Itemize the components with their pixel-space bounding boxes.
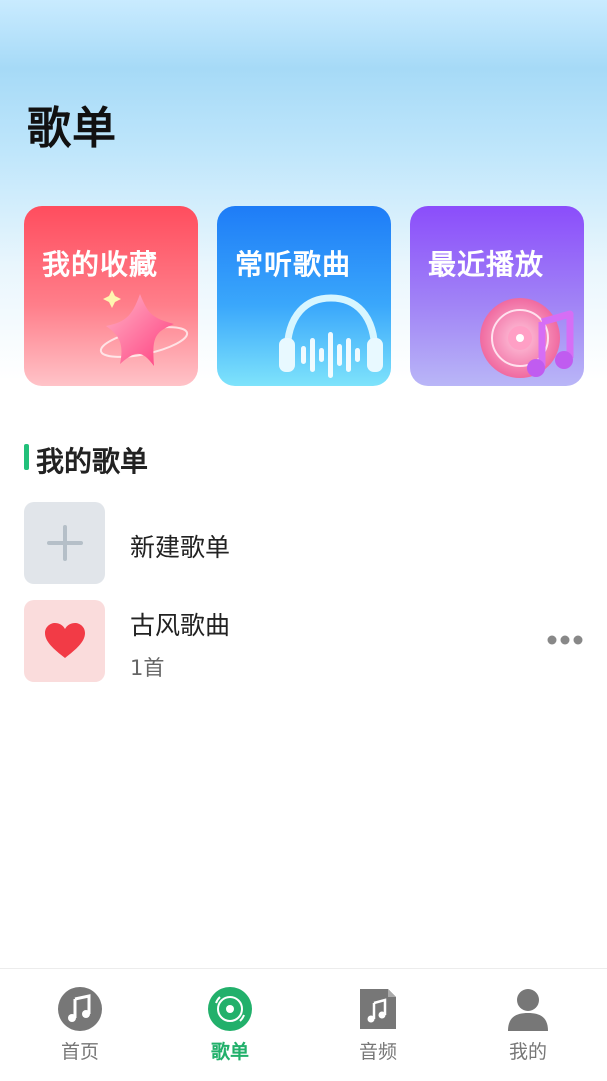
tab-audio[interactable]: 音频 xyxy=(302,969,454,1081)
tab-profile[interactable]: 我的 xyxy=(452,969,604,1081)
tab-home[interactable]: 首页 xyxy=(4,969,156,1081)
card-recent-label: 最近播放 xyxy=(428,248,545,281)
record-music-icon xyxy=(480,298,574,378)
card-favorites-label: 我的收藏 xyxy=(42,248,159,281)
new-playlist-label: 新建歌单 xyxy=(130,533,231,562)
heart-icon xyxy=(44,623,85,658)
section-title: 我的歌单 xyxy=(36,445,149,478)
tab-playlists[interactable]: 歌单 xyxy=(154,969,306,1081)
playlist-name: 古风歌曲 xyxy=(130,611,231,640)
tab-audio-label: 音频 xyxy=(358,1041,397,1063)
card-frequent-label: 常听歌曲 xyxy=(235,248,352,281)
more-icon[interactable] xyxy=(547,634,583,646)
music-note-icon xyxy=(58,987,102,1031)
card-favorites[interactable]: 我的收藏 xyxy=(24,206,198,386)
section-accent-bar xyxy=(24,444,29,470)
plus-icon xyxy=(46,525,83,561)
user-icon xyxy=(508,989,548,1031)
audio-file-icon xyxy=(360,989,396,1029)
headphones-icon xyxy=(279,294,383,378)
playlist-item[interactable]: 古风歌曲 1首 xyxy=(0,600,607,682)
new-playlist-thumb xyxy=(24,502,105,584)
playlist-count: 1首 xyxy=(130,656,165,680)
tab-playlists-label: 歌单 xyxy=(210,1041,249,1063)
vinyl-icon xyxy=(208,987,252,1031)
card-recent[interactable]: 最近播放 xyxy=(410,206,584,386)
star-icon xyxy=(99,290,189,366)
bottom-tab-bar: 首页 歌单 音频 我的 xyxy=(0,968,607,1081)
new-playlist-row[interactable]: 新建歌单 xyxy=(0,502,607,584)
page-title: 歌单 xyxy=(27,103,117,154)
card-frequent[interactable]: 常听歌曲 xyxy=(217,206,391,386)
tab-home-label: 首页 xyxy=(60,1041,99,1063)
tab-profile-label: 我的 xyxy=(508,1041,547,1063)
playlist-thumb xyxy=(24,600,105,682)
